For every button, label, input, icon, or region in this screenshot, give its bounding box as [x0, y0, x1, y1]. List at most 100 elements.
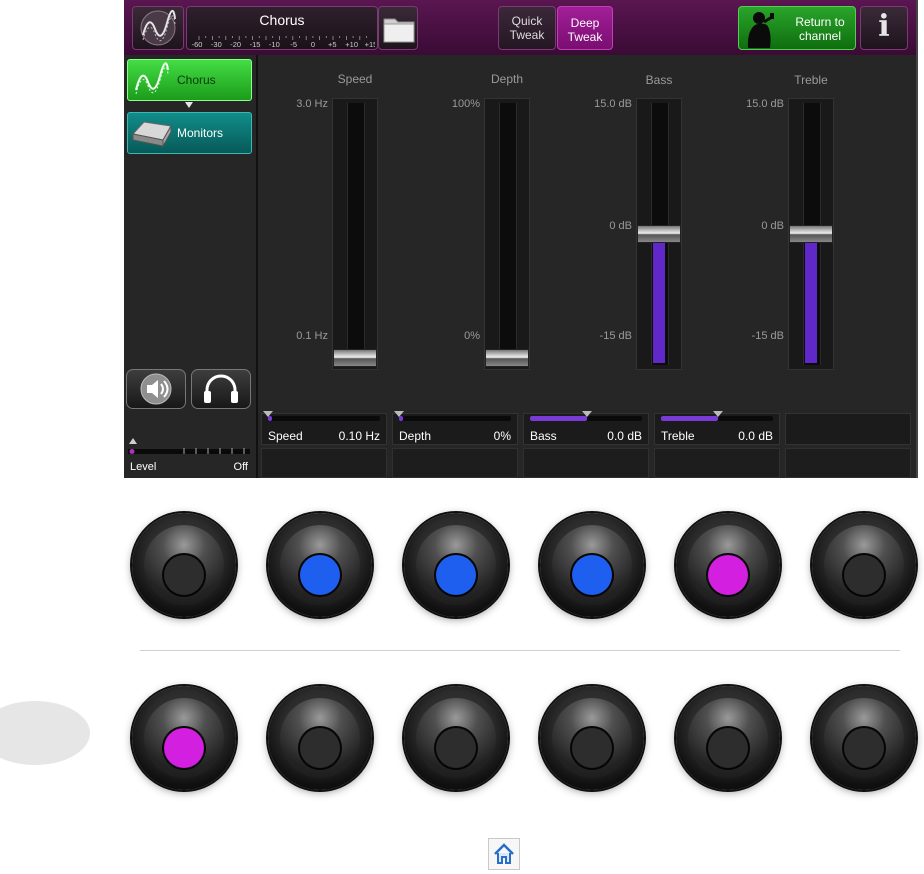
knob-led-blue: [572, 555, 612, 595]
vu-tick-label: +10: [345, 40, 358, 49]
effect-parameters-panel: Speed 3.0 Hz 0.1 Hz Depth 100% 0% Bass 15.0 dB 0…: [258, 55, 916, 478]
readout-value: 0.0 dB: [738, 429, 773, 443]
knob-led-off: [164, 555, 204, 595]
readout-value: 0.10 Hz: [338, 429, 380, 443]
knob-led-blue: [300, 555, 340, 595]
vu-tick-label: +5: [328, 40, 337, 49]
slider-thumb[interactable]: [789, 225, 833, 243]
knob-top-2[interactable]: [268, 513, 372, 617]
slider-thumb[interactable]: [485, 349, 529, 367]
readout-empty: [785, 413, 911, 445]
mini-slider-marker: [394, 411, 404, 417]
level-label: Level: [130, 461, 157, 473]
mini-slider-fill: [661, 416, 718, 421]
knob-led-off: [708, 728, 748, 768]
knob-top-4[interactable]: [540, 513, 644, 617]
parameter-readouts: Speed 0.10 Hz Depth 0% Bass 0.0 dB Treble 0.0 d…: [258, 411, 916, 447]
slider-max-label: 15.0 dB: [746, 98, 784, 110]
slider-mid-label: 0 dB: [609, 220, 632, 232]
quick-tweak-line-2: Tweak: [509, 28, 545, 42]
empty-control-cell: [785, 448, 911, 478]
preset-folder-button[interactable]: [378, 6, 418, 50]
device-screen: Chorus -60 -30 -20 -15 -10 -5 0 +5 +10 +15 Quick …: [124, 0, 918, 478]
slider-fill: [805, 234, 817, 363]
signal-chain-panel: Chorus Monitors Level Off: [124, 55, 258, 478]
knob-top-5[interactable]: [676, 513, 780, 617]
page-tab: [0, 701, 90, 765]
mini-slider-marker: [263, 411, 273, 417]
readout-treble[interactable]: Treble 0.0 dB: [654, 411, 780, 445]
vu-tick-label: -30: [211, 40, 222, 49]
effect-type-button[interactable]: [132, 6, 184, 50]
slider-max-label: 3.0 Hz: [296, 98, 328, 110]
knob-bottom-2[interactable]: [268, 686, 372, 790]
mini-slider-track: [399, 416, 511, 421]
knob-top-6[interactable]: [812, 513, 916, 617]
readout-value: 0.0 dB: [607, 429, 642, 443]
speaker-mute-button[interactable]: [126, 369, 186, 409]
slider-treble[interactable]: [788, 98, 834, 370]
row-divider: [140, 650, 900, 651]
slider-bass[interactable]: [636, 98, 682, 370]
slider-min-label: -15 dB: [599, 330, 632, 342]
empty-control-cell: [261, 448, 387, 478]
knob-bottom-5[interactable]: [676, 686, 780, 790]
vu-tick-label: -15: [250, 40, 261, 49]
vu-tick-label: +15: [365, 40, 375, 49]
slider-groove: [499, 103, 517, 365]
slider-thumb[interactable]: [637, 225, 681, 243]
knob-led-off: [436, 728, 476, 768]
top-bar: Chorus -60 -30 -20 -15 -10 -5 0 +5 +10 +15 Quick …: [124, 0, 916, 55]
readout-depth[interactable]: Depth 0%: [392, 411, 518, 445]
readout-label: Treble: [661, 429, 695, 443]
slider-thumb[interactable]: [333, 349, 377, 367]
slider-groove: [347, 103, 365, 365]
info-icon: i: [878, 9, 890, 44]
chorus-wave-icon: [135, 62, 169, 95]
preset-display[interactable]: Chorus -60 -30 -20 -15 -10 -5 0 +5 +10 +15: [186, 6, 378, 50]
readout-label: Speed: [268, 429, 303, 443]
info-button[interactable]: i: [860, 6, 908, 50]
readout-bass[interactable]: Bass 0.0 dB: [523, 411, 649, 445]
slider-min-label: 0.1 Hz: [296, 330, 328, 342]
headphone-button[interactable]: [191, 369, 251, 409]
slider-title-treble: Treble: [794, 73, 828, 87]
preset-name: Chorus: [259, 12, 305, 28]
knob-bottom-6[interactable]: [812, 686, 916, 790]
knob-top-1[interactable]: [132, 513, 236, 617]
knob-bottom-1[interactable]: [132, 686, 236, 790]
chain-block-label: Monitors: [177, 126, 224, 140]
readout-speed[interactable]: Speed 0.10 Hz: [261, 411, 387, 445]
knob-led-off: [300, 728, 340, 768]
vu-tick-label: -20: [230, 40, 241, 49]
mini-slider-track: [268, 416, 380, 421]
deep-tweak-line-2: Tweak: [567, 30, 603, 44]
knob-top-3[interactable]: [404, 513, 508, 617]
slider-speed[interactable]: [332, 98, 378, 370]
mini-slider-fill: [530, 416, 587, 421]
deep-tweak-line-1: Deep: [570, 16, 600, 30]
readout-label: Bass: [530, 429, 557, 443]
knob-bottom-4[interactable]: [540, 686, 644, 790]
slider-mid-label: 0 dB: [761, 220, 784, 232]
chain-block-chorus[interactable]: Chorus: [127, 59, 252, 101]
home-icon: [494, 843, 514, 864]
home-button[interactable]: [488, 838, 520, 870]
slider-depth[interactable]: [484, 98, 530, 370]
slider-max-label: 100%: [451, 98, 480, 110]
monitor-speaker-icon: [132, 121, 172, 148]
slider-title-speed: Speed: [337, 72, 373, 86]
vu-tick-label: -5: [290, 40, 297, 49]
knob-led-off: [844, 728, 884, 768]
level-control[interactable]: Level Off: [124, 416, 256, 478]
level-track: [128, 448, 250, 454]
deep-tweak-tab[interactable]: Deep Tweak: [557, 6, 613, 50]
vu-tick-label: 0: [311, 40, 315, 49]
return-to-channel-button[interactable]: Return to channel: [738, 6, 856, 50]
empty-control-row: [258, 448, 916, 478]
knob-led-blue: [436, 555, 476, 595]
quick-tweak-tab[interactable]: Quick Tweak: [498, 6, 556, 50]
knob-led-off: [572, 728, 612, 768]
knob-bottom-3[interactable]: [404, 686, 508, 790]
chain-block-monitors[interactable]: Monitors: [127, 112, 252, 154]
